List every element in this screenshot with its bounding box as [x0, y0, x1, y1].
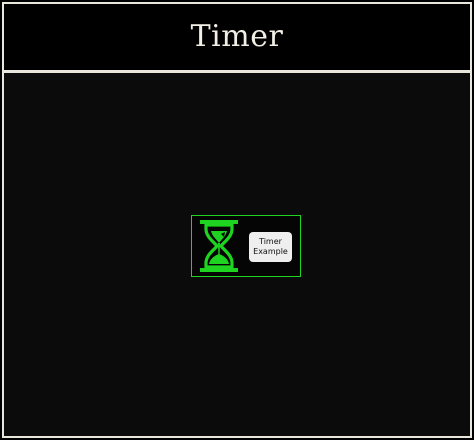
timer-label-line1: Timer: [259, 237, 282, 246]
page-title: Timer: [190, 19, 284, 54]
timer-label-line2: Example: [253, 247, 288, 256]
hourglass-icon: [200, 220, 238, 272]
header-bar: Timer: [4, 4, 470, 73]
timer-widget[interactable]: Timer Example: [191, 215, 301, 277]
main-content: Timer Example: [4, 73, 470, 436]
app-window: Timer Timer Example: [2, 2, 472, 438]
timer-label[interactable]: Timer Example: [249, 232, 292, 262]
